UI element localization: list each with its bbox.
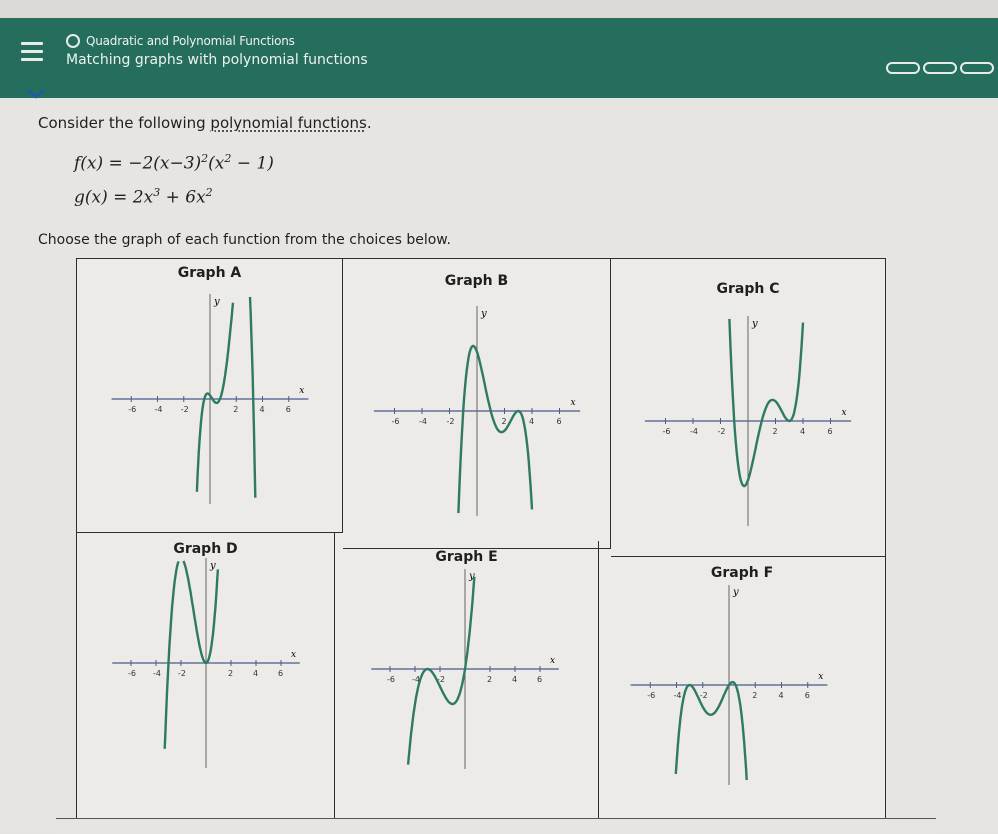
x-tick-label: -2	[718, 427, 726, 436]
x-tick-label: 6	[537, 675, 542, 684]
graph-plot-b: -6 -4 -2 2 4 6x y	[373, 306, 581, 516]
x-tick-label: -2	[181, 405, 189, 414]
equation-f: f(x) = −2(x−3)2(x2 − 1)	[74, 152, 274, 174]
graph-plot-f: -6 -4 -2 2 4 6x y	[630, 585, 828, 785]
graph-card-f[interactable]: Graph F -6 -4 -2 2 4 6 x y	[599, 557, 885, 825]
x-tick-label: 6	[828, 427, 833, 436]
progress-segment	[960, 62, 994, 74]
polynomial-curve	[163, 560, 220, 749]
menu-icon[interactable]	[12, 34, 52, 70]
x-axis-label: x	[571, 398, 576, 408]
topic-title: Quadratic and Polynomial Functions	[86, 34, 295, 48]
x-tick-label: 4	[260, 405, 265, 414]
y-axis-label: y	[480, 309, 487, 320]
polynomial-curve	[674, 680, 748, 781]
x-tick-label: -4	[155, 405, 163, 414]
graph-plot-c: -6 -4 -2 2 4 6x y	[644, 316, 852, 526]
x-tick-label: -2	[700, 691, 708, 700]
progress-segment	[923, 62, 957, 74]
x-tick-label: 2	[752, 691, 757, 700]
x-tick-label: -6	[663, 427, 671, 436]
y-axis-label: y	[732, 587, 739, 598]
x-tick-label: -6	[128, 405, 136, 414]
x-tick-label: 4	[253, 669, 258, 678]
graph-card-c[interactable]: Graph C -6 -4 -2 2 4 6 x y	[611, 259, 885, 557]
x-tick-label: 2	[773, 427, 778, 436]
graph-plot-e: -6 -4 -2 2 4 6xy	[371, 569, 559, 769]
x-axis-label: x	[818, 672, 823, 682]
bottom-bar	[56, 818, 936, 834]
x-tick-label: -4	[419, 417, 427, 426]
x-tick-label: 2	[487, 675, 492, 684]
x-tick-label: -6	[647, 691, 655, 700]
x-axis-label: x	[842, 408, 847, 418]
graph-card-e[interactable]: Graph E -6 -4 -2 2 4 6 x y	[335, 541, 599, 825]
x-tick-label: -4	[153, 669, 161, 678]
x-tick-label: -6	[128, 669, 136, 678]
glossary-link[interactable]: polynomial functions	[210, 114, 366, 132]
x-axis-label: x	[291, 650, 296, 660]
polynomial-curve	[457, 344, 534, 514]
x-tick-label: -2	[178, 669, 186, 678]
browser-top-strip	[0, 0, 998, 19]
x-axis-label: x	[550, 656, 555, 666]
progress-segment	[886, 62, 920, 74]
x-tick-label: 6	[557, 417, 562, 426]
graph-card-a[interactable]: Graph A -6 -4 -2 2 4 6 x y	[77, 259, 343, 533]
page-title: Matching graphs with polynomial function…	[66, 52, 368, 68]
graph-choices-grid: Graph A -6 -4 -2 2 4 6 x y Graph B -6 -4 -2 2 4 6 x y Gr…	[76, 258, 886, 826]
x-tick-label: 2	[228, 669, 233, 678]
x-tick-label: 2	[233, 405, 238, 414]
equation-g: g(x) = 2x3 + 6x2	[74, 186, 213, 208]
graph-card-d[interactable]: Graph D -6 -4 -2 2 4 6 x y	[77, 533, 335, 825]
instruction-text: Choose the graph of each function from t…	[38, 232, 451, 248]
x-tick-label: -4	[674, 691, 682, 700]
topic-row: Quadratic and Polynomial Functions	[66, 32, 295, 50]
x-tick-label: 4	[800, 427, 805, 436]
x-axis-label: x	[299, 386, 304, 396]
x-tick-label: -4	[690, 427, 698, 436]
polynomial-curve	[195, 296, 257, 498]
x-tick-label: -6	[392, 417, 400, 426]
graph-card-b[interactable]: Graph B -6 -4 -2 2 4 6 x y	[343, 259, 611, 549]
x-tick-label: -2	[447, 417, 455, 426]
x-tick-label: 6	[286, 405, 291, 414]
x-tick-label: -6	[387, 675, 395, 684]
x-tick-label: 4	[512, 675, 517, 684]
graph-plot-a: -6 -4 -2 2 4 6x y	[111, 294, 309, 504]
y-axis-label: y	[751, 319, 758, 330]
x-tick-label: 4	[779, 691, 784, 700]
progress-indicator	[886, 62, 994, 74]
x-tick-label: 6	[278, 669, 283, 678]
x-tick-label: 4	[529, 417, 534, 426]
x-tick-label: 2	[502, 417, 507, 426]
graph-plot-d: -6 -4 -2 2 4 6x y	[112, 558, 300, 768]
x-tick-label: 6	[805, 691, 810, 700]
polynomial-curve	[406, 576, 476, 765]
intro-text: Consider the following polynomial functi…	[38, 114, 372, 132]
y-axis-label: y	[213, 297, 220, 308]
y-axis-label: y	[209, 561, 216, 572]
circle-icon	[66, 34, 80, 48]
polynomial-curve	[728, 318, 805, 488]
header-bar: Quadratic and Polynomial Functions Match…	[0, 18, 998, 98]
chevron-down-icon[interactable]	[24, 86, 48, 102]
